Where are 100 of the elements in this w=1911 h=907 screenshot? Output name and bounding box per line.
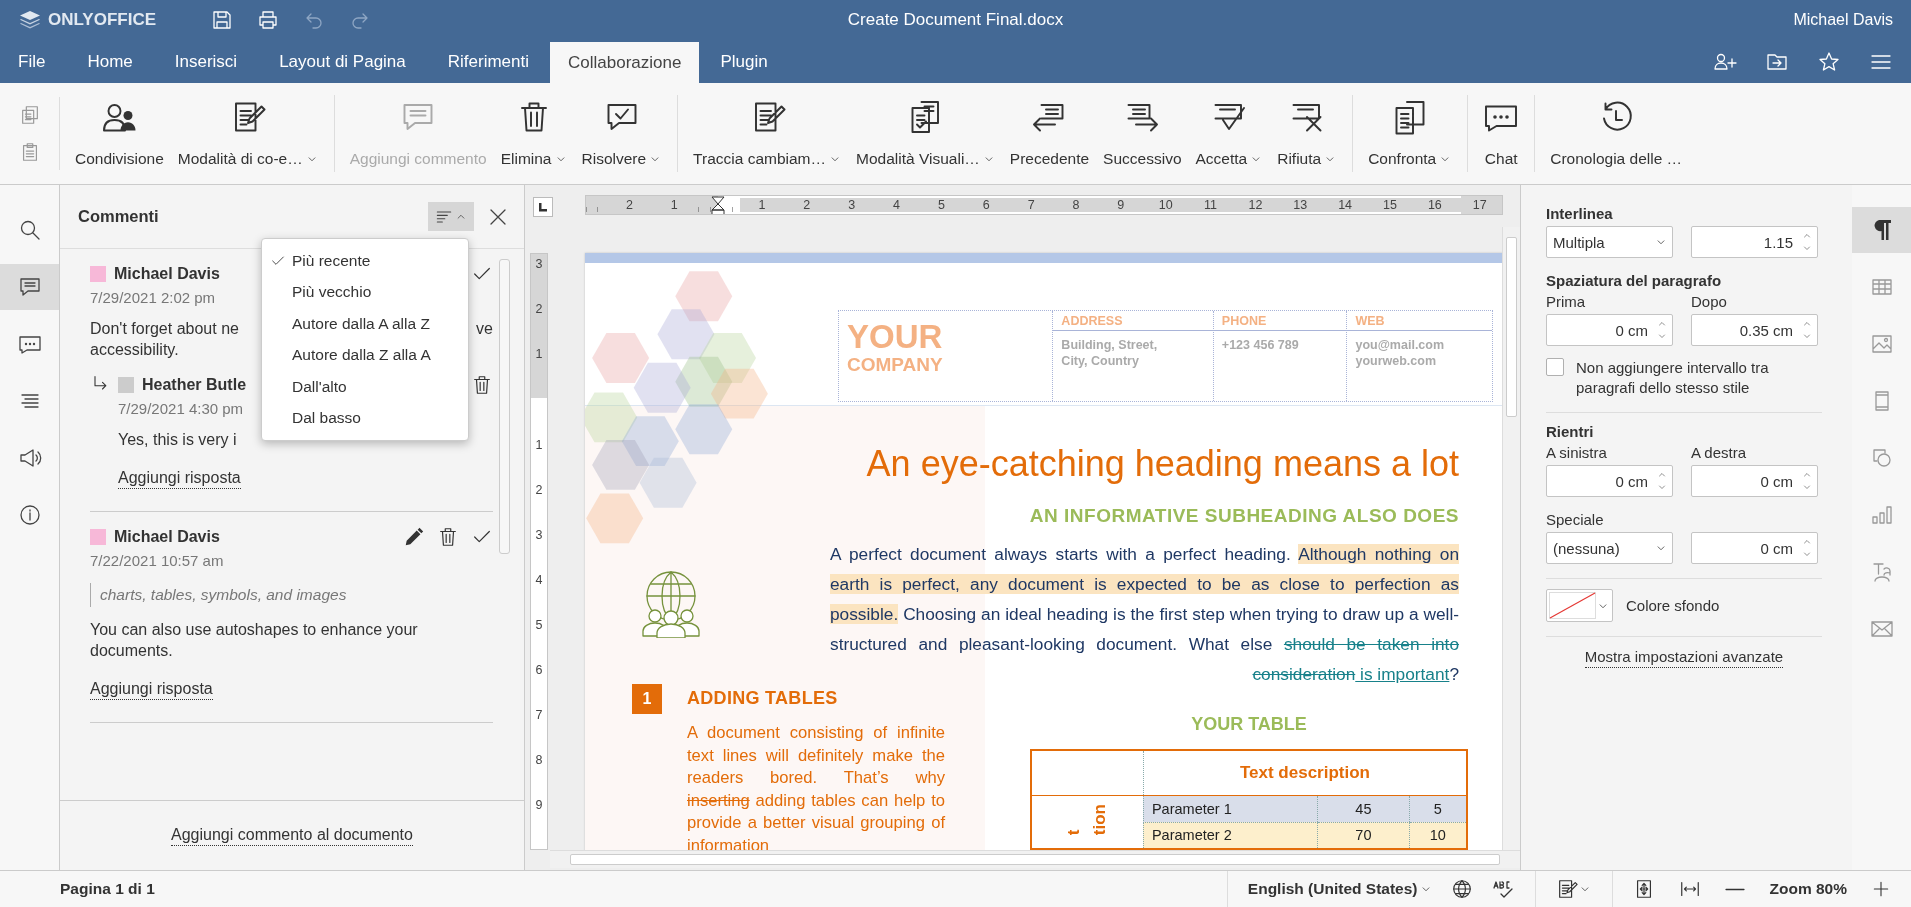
edit-button[interactable] [403, 526, 425, 548]
menu-item[interactable]: Più vecchio [262, 276, 468, 308]
zoom-in-button[interactable] [1871, 879, 1891, 899]
menu-tab[interactable]: Home [66, 40, 154, 83]
menu-tab[interactable]: File [0, 40, 67, 83]
save-button[interactable] [210, 8, 234, 32]
ruler-number: 5 [535, 617, 543, 632]
spin-field[interactable]: 0 cm [1691, 465, 1818, 497]
spin-field[interactable]: 0 cm [1691, 532, 1818, 564]
comments-tab[interactable] [0, 264, 59, 310]
ruler-number: 2 [802, 198, 812, 212]
scrollbar[interactable] [499, 259, 510, 554]
toolbar-button[interactable]: Accetta [1188, 95, 1271, 172]
spin-field[interactable]: 0.35 cm [1691, 314, 1818, 346]
menu-tab[interactable]: Riferimenti [426, 40, 551, 83]
toolbar-button[interactable]: Cronologia delle … [1543, 95, 1690, 172]
paragraph-settings-tab[interactable] [1852, 207, 1911, 253]
contact-label: WEB [1347, 311, 1492, 331]
user-name[interactable]: Michael Davis [1793, 11, 1893, 29]
horizontal-ruler[interactable]: 2 1 1 2 3 4 5 6 7 8 9 10 11 12 13 14 15 16 17 [585, 195, 1503, 215]
sort-button[interactable] [428, 202, 474, 231]
contact-text: Building, Street, [1060, 337, 1159, 353]
vertical-ruler[interactable]: 3 2 1 1 2 3 4 5 6 7 8 9 [530, 253, 548, 850]
ruler-number: 3 [535, 527, 543, 542]
menu-item[interactable]: Dall'alto [262, 371, 468, 403]
toolbar-button[interactable]: Condivisione [68, 95, 171, 172]
contact-text: City, Country [1060, 353, 1140, 369]
checkbox-label: Non aggiungere intervallo tra paragrafi dello stesso stile [1576, 358, 1770, 398]
toolbar-button[interactable]: Traccia cambiam… [686, 95, 850, 172]
comment-date: 7/29/2021 2:02 pm [90, 289, 216, 306]
table-header: Text description [1143, 750, 1467, 795]
menu-tab[interactable]: Layout di Pagina [258, 40, 427, 83]
scrollbar[interactable] [1502, 227, 1520, 850]
globe-button[interactable] [1451, 878, 1474, 900]
menu-item[interactable]: Dal basso [262, 402, 468, 434]
bar-chart-icon [1869, 503, 1894, 527]
comment-text: ve [476, 319, 493, 339]
zoom-out-button[interactable] [1725, 887, 1746, 891]
ruler-number: 9 [535, 797, 543, 812]
comment-date: 7/22/2021 10:57 am [90, 552, 224, 569]
dropdown-field[interactable]: (nessuna) [1546, 532, 1673, 564]
app-logo-text: ONLYOFFICE [48, 10, 156, 30]
field-label: Colore sfondo [1626, 597, 1720, 614]
checkbox[interactable] [1546, 358, 1564, 376]
print-button[interactable] [256, 8, 280, 32]
menu-item[interactable]: Più recente [262, 245, 468, 277]
toolbar-button[interactable]: Precedente [1002, 95, 1097, 172]
color-picker-button[interactable] [1546, 589, 1613, 622]
comment-text: You can also use autoshapes to enhance your documents. [90, 620, 419, 661]
scrollbar[interactable] [550, 850, 1520, 868]
toolbar-button[interactable]: Risolvere [574, 95, 670, 172]
ruler-number: 6 [981, 198, 991, 212]
document-title: Create Document Final.docx [847, 10, 1064, 29]
language-button[interactable]: English (United States) [1247, 880, 1434, 898]
section-number: 1 [632, 684, 662, 714]
toolbar-button[interactable]: Chat [1476, 95, 1527, 172]
ruler-number: 2 [535, 482, 543, 497]
company-name: YOUR [847, 321, 944, 353]
ruler-number: 3 [847, 198, 857, 212]
section-label: Interlinea [1546, 205, 1614, 222]
advanced-settings-link[interactable]: Mostra impostazioni avanzate [1584, 647, 1784, 668]
field-label: A sinistra [1546, 444, 1608, 461]
toolbar-button[interactable]: Modalità di co-e… [170, 95, 326, 172]
menu-tab[interactable]: Plugin [699, 40, 789, 83]
indent-marker-icon[interactable] [711, 196, 726, 214]
toolbar-button[interactable]: Rifiuta [1270, 95, 1345, 172]
toolbar-button[interactable]: Modalità Visuali… [849, 95, 1003, 172]
menu-item[interactable]: Autore dalla A alla Z [262, 308, 468, 340]
field-label: Prima [1546, 293, 1587, 310]
tab-stop-button[interactable] [533, 197, 553, 217]
document-heading: An eye-catching heading means a lot [865, 442, 1460, 484]
spin-field[interactable]: 0 cm [1546, 465, 1673, 497]
document-pencil-icon [1556, 878, 1579, 900]
contact-text: yourweb.com [1354, 353, 1438, 369]
print-icon [256, 8, 280, 32]
menu-item[interactable]: Autore dalla Z alla A [262, 339, 468, 371]
toolbar-button[interactable]: Elimina [493, 95, 575, 172]
dropdown-field[interactable]: Multipla [1546, 226, 1673, 258]
delete-button[interactable] [471, 374, 493, 396]
add-comment-link[interactable]: Aggiungi commento al documento [171, 825, 413, 846]
table-side-label: tion [1090, 803, 1111, 835]
menu-tab[interactable]: Inserisci [153, 40, 259, 83]
ruler-number: 7 [1026, 198, 1036, 212]
contact-label: ADDRESS [1053, 311, 1213, 331]
add-reply-link[interactable]: Aggiungi risposta [90, 679, 213, 700]
ruler-number: 6 [535, 662, 543, 677]
menu-tab[interactable]: Collaborazione [550, 42, 700, 83]
table-cell: Parameter 2 [1143, 822, 1318, 849]
ruler-number: 16 [1426, 198, 1443, 212]
zoom-level: Zoom 80% [1769, 880, 1847, 898]
save-icon [210, 8, 234, 32]
toolbar-button[interactable]: Confronta [1361, 95, 1460, 172]
author-name: Heather Butle [142, 376, 247, 394]
delete-button[interactable] [437, 526, 459, 548]
spin-field[interactable]: 0 cm [1546, 314, 1673, 346]
toolbar-button[interactable]: Successivo [1096, 95, 1189, 172]
logo-icon [18, 9, 42, 31]
add-reply-link[interactable]: Aggiungi risposta [118, 468, 241, 489]
spin-field[interactable]: 1.15 [1691, 226, 1818, 258]
zoom-in-icon [1871, 879, 1891, 899]
